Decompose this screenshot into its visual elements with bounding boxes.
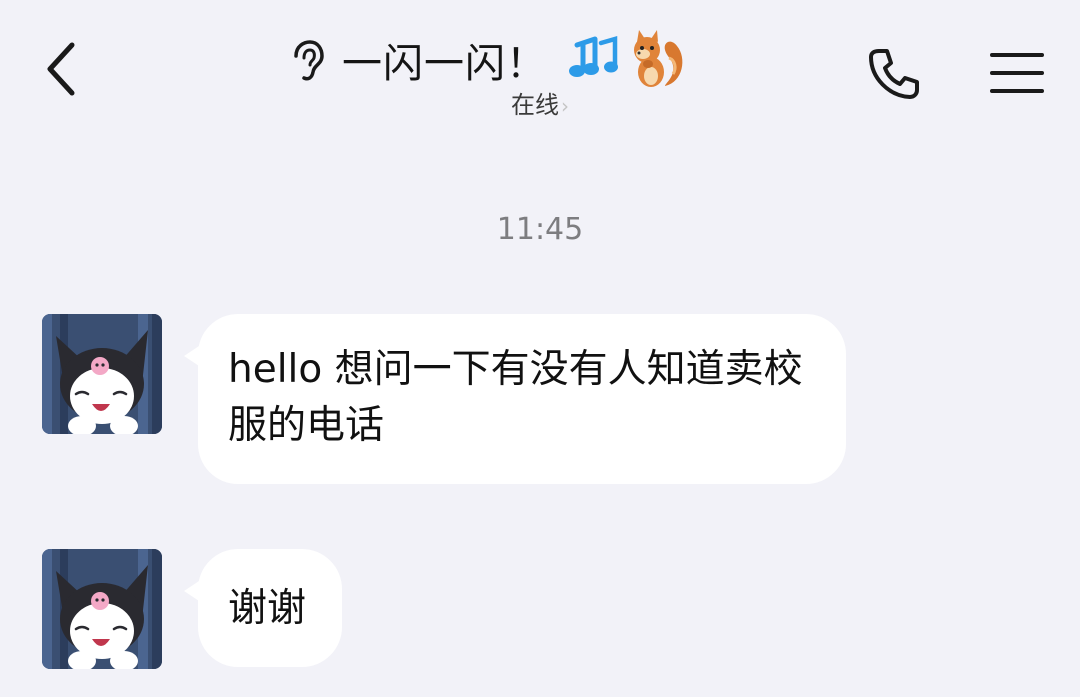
kuromi-avatar-icon bbox=[42, 549, 162, 669]
avatar[interactable] bbox=[42, 314, 162, 434]
avatar[interactable] bbox=[42, 549, 162, 669]
online-status-label: 在线 bbox=[511, 91, 559, 119]
message-text: hello 想问一下有没有人知道卖校服的电话 bbox=[228, 347, 803, 448]
bubble-tail bbox=[184, 579, 202, 603]
call-button[interactable] bbox=[858, 38, 928, 108]
message-timestamp: 11:45 bbox=[496, 212, 584, 247]
musical-notes-icon bbox=[569, 36, 618, 77]
message-bubble[interactable]: 谢谢 bbox=[184, 549, 343, 667]
message-row: 谢谢 bbox=[42, 549, 343, 669]
message-bubble[interactable]: hello 想问一下有没有人知道卖校服的电话 bbox=[184, 314, 846, 484]
status-chevron-icon: › bbox=[561, 94, 569, 118]
message-text: 谢谢 bbox=[228, 586, 307, 631]
bubble-tail bbox=[184, 344, 202, 368]
title-emoji-group bbox=[565, 28, 687, 92]
squirrel-icon bbox=[634, 30, 683, 87]
chat-title-row: 一闪一闪！ bbox=[284, 28, 687, 92]
menu-button[interactable] bbox=[982, 38, 1052, 108]
phone-icon bbox=[869, 49, 919, 99]
kuromi-avatar-icon bbox=[42, 314, 162, 434]
menu-icon bbox=[990, 53, 1044, 93]
chat-title[interactable]: 一闪一闪！ bbox=[342, 31, 547, 89]
ear-icon[interactable] bbox=[284, 38, 328, 82]
chat-screen: 一闪一闪！ 在线 › 11:45 hello 想问一下有没有人知道卖校服的电话 … bbox=[0, 0, 1080, 697]
chat-header: 一闪一闪！ 在线 › bbox=[0, 0, 1080, 140]
message-row: hello 想问一下有没有人知道卖校服的电话 bbox=[42, 314, 846, 484]
